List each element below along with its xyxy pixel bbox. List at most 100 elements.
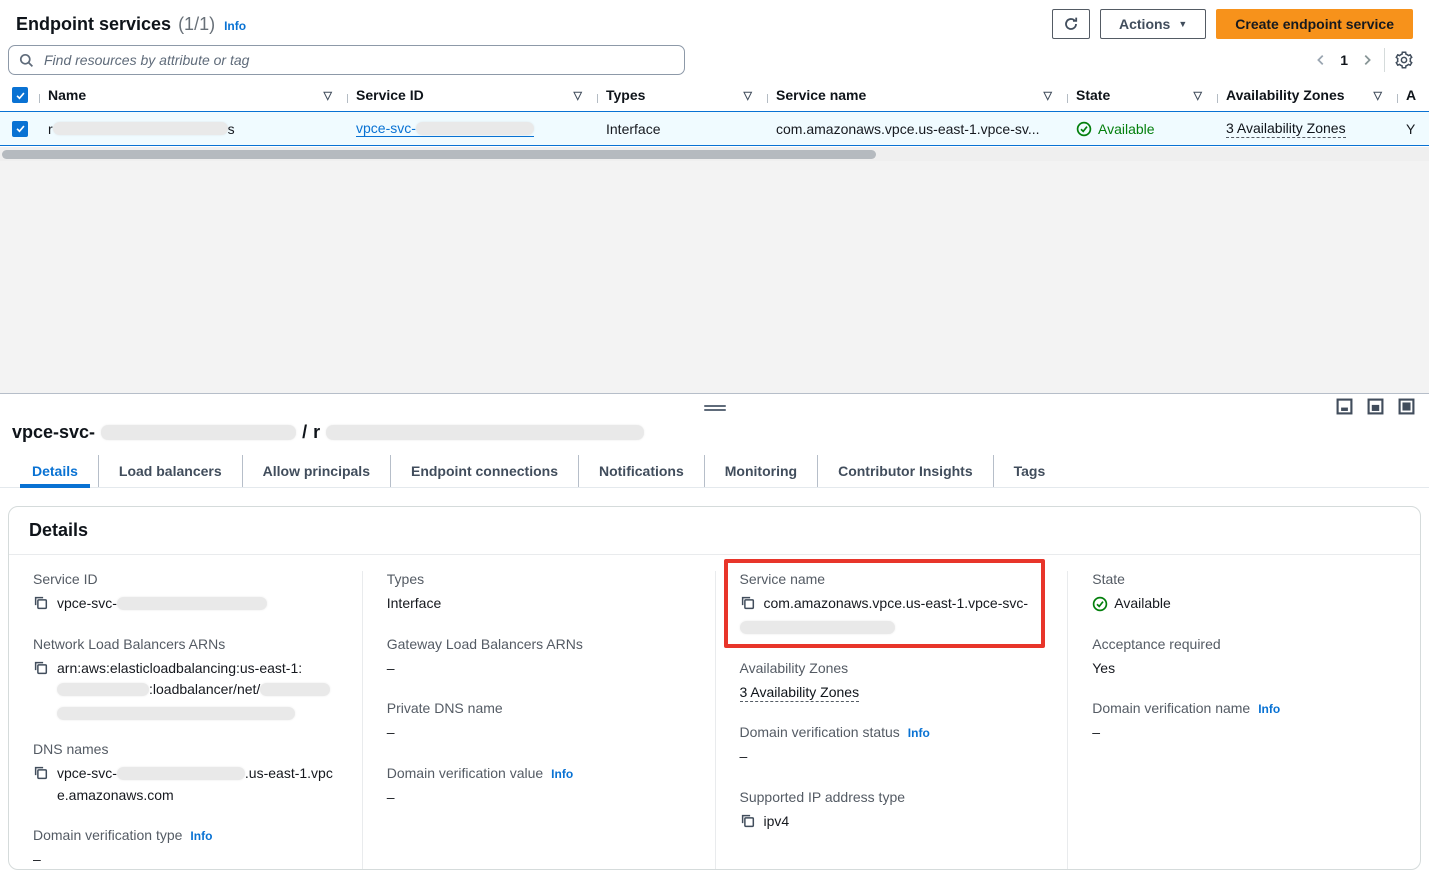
divider: [1384, 48, 1385, 72]
tab-tags[interactable]: Tags: [993, 455, 1066, 487]
horizontal-scrollbar: [0, 147, 1429, 161]
cell-service-name: com.amazonaws.vpce.us-east-1.vpce-sv...: [768, 121, 1068, 137]
field-state: State Available: [1092, 571, 1402, 615]
redacted-service-id: [416, 122, 534, 135]
redacted-service-name-id: [740, 621, 895, 634]
field-domain-verification-value: Domain verification value Info –: [387, 765, 697, 809]
panel-size-small-icon[interactable]: [1336, 398, 1353, 415]
field-glb-arns: Gateway Load Balancers ARNs –: [387, 636, 697, 680]
settings-gear-icon[interactable]: [1395, 51, 1413, 69]
details-column-2: Types Interface Gateway Load Balancers A…: [362, 571, 715, 870]
copy-icon[interactable]: [740, 595, 755, 610]
info-link[interactable]: Info: [551, 767, 573, 781]
cell-availability-zones: 3 Availability Zones: [1218, 120, 1398, 138]
refresh-button[interactable]: [1052, 9, 1090, 39]
select-all-checkbox-cell: [0, 87, 40, 103]
split-panel-drag-handle[interactable]: [704, 403, 726, 413]
tab-bar: Details Load balancers Allow principals …: [0, 455, 1429, 488]
cell-service-id: vpce-svc-: [348, 120, 598, 137]
split-panel-title: vpce-svc- / r: [12, 422, 1429, 443]
column-header-availability-zones[interactable]: Availability Zones ▽: [1218, 87, 1398, 103]
filter-icon[interactable]: ▽: [744, 89, 752, 102]
field-types: Types Interface: [387, 571, 697, 615]
row-checkbox-cell: [0, 121, 40, 137]
cell-name: r s: [40, 121, 348, 137]
copy-icon[interactable]: [33, 595, 48, 610]
caret-down-icon: ▼: [1178, 19, 1187, 29]
cell-state: Available: [1068, 121, 1218, 137]
row-checkbox[interactable]: [12, 121, 28, 137]
info-link[interactable]: Info: [224, 19, 246, 33]
previous-page-button[interactable]: [1314, 53, 1328, 67]
column-header-name[interactable]: Name ▽: [40, 87, 348, 103]
horizontal-scrollbar-thumb[interactable]: [2, 150, 876, 159]
field-domain-verification-type: Domain verification type Info –: [33, 827, 344, 870]
search-box[interactable]: [8, 45, 685, 75]
panel-size-large-icon[interactable]: [1398, 398, 1415, 415]
details-card: Details Service ID vpce-svc- N: [8, 506, 1421, 870]
current-page-button[interactable]: 1: [1338, 52, 1350, 68]
field-nlb-arns: Network Load Balancers ARNs arn:aws:elas…: [33, 636, 344, 720]
split-panel: vpce-svc- / r Details Load balancers All…: [0, 393, 1429, 885]
table-header-row: Name ▽ Service ID ▽ Types ▽ Service name…: [0, 79, 1429, 111]
select-all-checkbox[interactable]: [12, 87, 28, 103]
redacted-dns-id: [117, 767, 245, 780]
actions-button[interactable]: Actions ▼: [1100, 9, 1206, 39]
filter-icon[interactable]: ▽: [574, 89, 582, 102]
field-private-dns-name: Private DNS name –: [387, 700, 697, 744]
column-header-types[interactable]: Types ▽: [598, 87, 768, 103]
filter-icon[interactable]: ▽: [1374, 89, 1382, 102]
column-header-acceptance[interactable]: A: [1398, 87, 1429, 103]
details-column-1: Service ID vpce-svc- Network Load Balanc…: [9, 571, 362, 870]
tab-endpoint-connections[interactable]: Endpoint connections: [390, 455, 578, 487]
pagination: 1: [1314, 48, 1413, 72]
details-column-4: State Available Acceptance required Yes …: [1067, 571, 1420, 870]
column-header-service-name[interactable]: Service name ▽: [768, 87, 1068, 103]
availability-zones-popover-trigger[interactable]: 3 Availability Zones: [740, 684, 860, 702]
tab-contributor-insights[interactable]: Contributor Insights: [817, 455, 993, 487]
copy-icon[interactable]: [33, 765, 48, 780]
copy-icon[interactable]: [33, 660, 48, 675]
tab-allow-principals[interactable]: Allow principals: [242, 455, 390, 487]
check-circle-icon: [1092, 596, 1108, 612]
info-link[interactable]: Info: [190, 829, 212, 843]
info-link[interactable]: Info: [1258, 702, 1280, 716]
service-id-link[interactable]: vpce-svc-: [356, 120, 534, 137]
tab-details[interactable]: Details: [12, 455, 98, 487]
field-service-name-highlighted: Service name com.amazonaws.vpce.us-east-…: [724, 559, 1046, 648]
tab-load-balancers[interactable]: Load balancers: [98, 455, 242, 487]
tab-monitoring[interactable]: Monitoring: [704, 455, 817, 487]
panel-size-controls: [1336, 398, 1415, 415]
filter-icon[interactable]: ▽: [324, 89, 332, 102]
page-title: Endpoint services: [16, 14, 171, 35]
column-header-service-id[interactable]: Service ID ▽: [348, 87, 598, 103]
redacted-endpoint-name: [326, 425, 644, 440]
panel-size-medium-icon[interactable]: [1367, 398, 1384, 415]
copy-icon[interactable]: [740, 813, 755, 828]
availability-zones-popover-trigger[interactable]: 3 Availability Zones: [1226, 120, 1346, 138]
field-acceptance-required: Acceptance required Yes: [1092, 636, 1402, 680]
column-header-state[interactable]: State ▽: [1068, 87, 1218, 103]
redacted-account-id: [57, 683, 149, 696]
cell-acceptance: Y: [1398, 121, 1429, 137]
split-panel-header: [0, 394, 1429, 420]
tab-notifications[interactable]: Notifications: [578, 455, 704, 487]
title-group: Endpoint services (1/1) Info: [16, 14, 246, 35]
info-link[interactable]: Info: [908, 726, 930, 740]
refresh-icon: [1063, 16, 1079, 32]
actions-label: Actions: [1119, 16, 1170, 32]
field-dns-names: DNS names vpce-svc-.us-east-1.vpce.amazo…: [33, 741, 344, 806]
field-availability-zones: Availability Zones 3 Availability Zones: [740, 660, 1050, 704]
search-input[interactable]: [42, 51, 674, 69]
filter-icon[interactable]: ▽: [1194, 89, 1202, 102]
redacted-lb-name: [260, 683, 330, 696]
table-row[interactable]: r s vpce-svc- Interface com.amazonaws.vp…: [0, 111, 1429, 146]
create-endpoint-service-button[interactable]: Create endpoint service: [1216, 9, 1413, 39]
next-page-button[interactable]: [1360, 53, 1374, 67]
endpoint-services-section: Endpoint services (1/1) Info Actions ▼ C…: [0, 0, 1429, 161]
filter-icon[interactable]: ▽: [1044, 89, 1052, 102]
field-domain-verification-status: Domain verification status Info –: [740, 724, 1050, 768]
details-column-3: Service name com.amazonaws.vpce.us-east-…: [715, 571, 1068, 870]
resource-count: (1/1): [178, 14, 215, 35]
endpoint-services-table: Name ▽ Service ID ▽ Types ▽ Service name…: [0, 79, 1429, 161]
